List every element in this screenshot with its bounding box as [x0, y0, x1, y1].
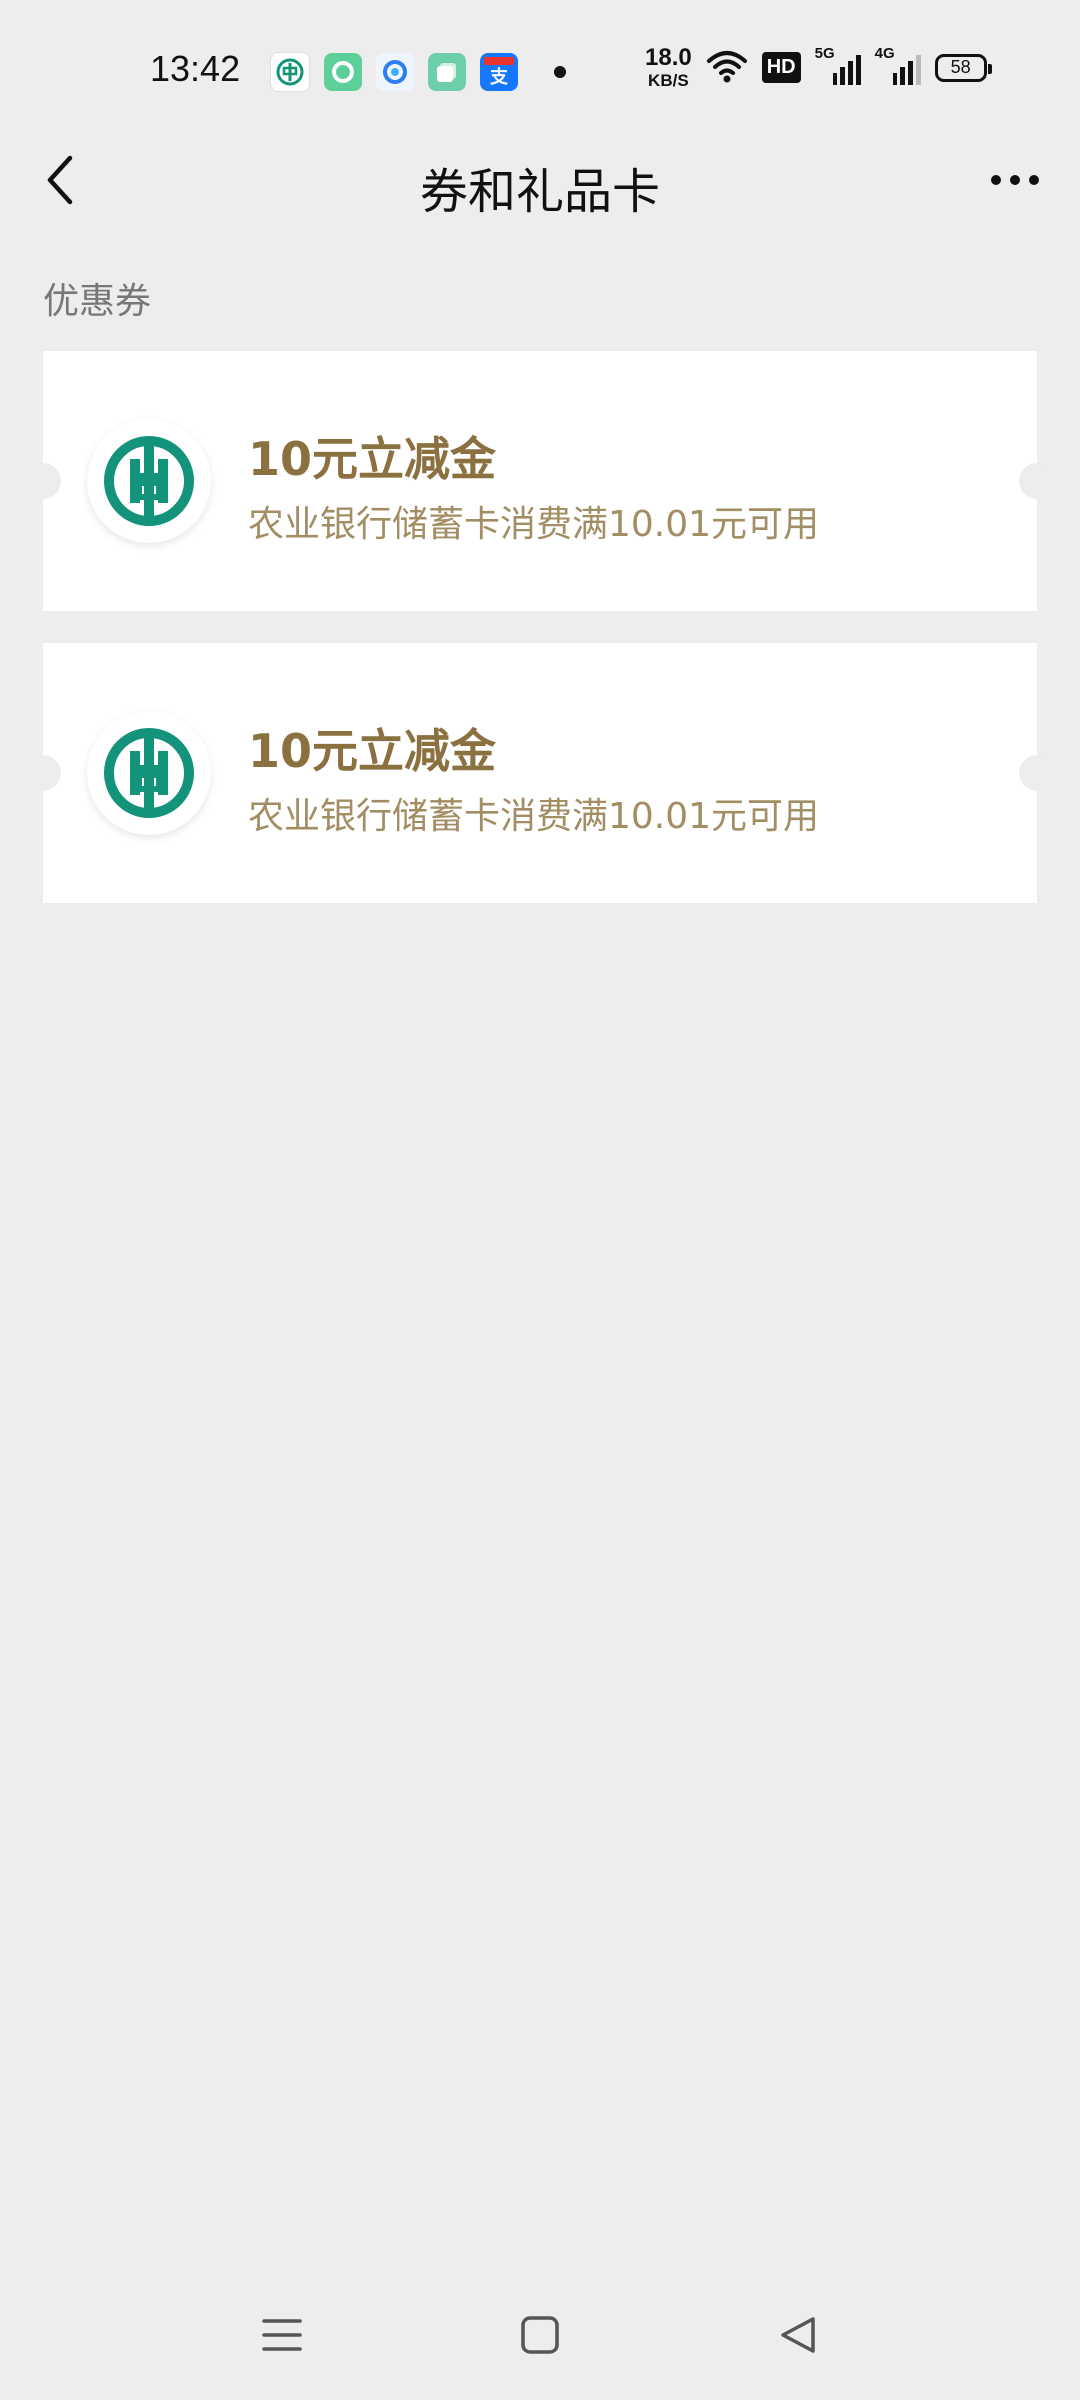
page-title: 券和礼品卡 — [419, 164, 660, 220]
triangle-back-icon — [781, 2317, 815, 2353]
coupon-title: 10元立减金 — [248, 432, 497, 486]
back-nav-button[interactable] — [768, 2310, 828, 2360]
status-time: 13:42 — [150, 48, 241, 89]
coupon-title: 10元立减金 — [248, 724, 497, 778]
status-bar: 13:42 支 18.0 KB/S HD 5G 4G 58 — [0, 0, 1080, 140]
system-navigation-bar — [0, 2290, 1080, 2380]
coupon-card[interactable]: 10元立减金 农业银行储蓄卡消费满10.01元可用 — [25, 643, 1055, 903]
section-title-coupons: 优惠券 — [43, 281, 152, 322]
wallet-notification-icon — [428, 53, 466, 91]
notification-icons: 支 — [270, 52, 566, 92]
more-notifications-dot — [554, 66, 566, 78]
green-app-notification-icon — [324, 53, 362, 91]
abc-bank-notification-icon — [270, 52, 310, 92]
home-button[interactable] — [510, 2310, 570, 2360]
battery-indicator: 58 — [934, 53, 992, 82]
alipay-notification-icon: 支 — [480, 53, 518, 91]
title-bar: 券和礼品卡 — [0, 130, 1080, 230]
status-indicators: 18.0 KB/S HD 5G 4G 58 — [645, 44, 992, 90]
more-dots-icon — [991, 175, 1001, 185]
signal-5g-icon: 5G — [815, 45, 861, 85]
wifi-icon — [706, 49, 748, 87]
browser-notification-icon — [376, 53, 414, 91]
menu-lines-icon — [262, 2319, 302, 2351]
signal-4g-icon: 4G — [875, 45, 921, 85]
coupon-description: 农业银行储蓄卡消费满10.01元可用 — [248, 796, 820, 837]
hd-voice-badge: HD — [761, 52, 801, 83]
abc-bank-logo-icon — [87, 419, 211, 543]
square-home-icon — [521, 2316, 559, 2354]
svg-text:支: 支 — [489, 66, 509, 87]
coupon-description: 农业银行储蓄卡消费满10.01元可用 — [248, 504, 820, 545]
coupon-card[interactable]: 10元立减金 农业银行储蓄卡消费满10.01元可用 — [25, 351, 1055, 611]
network-speed: 18.0 KB/S — [645, 44, 692, 90]
recent-apps-button[interactable] — [252, 2310, 312, 2360]
more-options-button[interactable] — [980, 150, 1050, 210]
abc-bank-logo-icon — [87, 711, 211, 835]
